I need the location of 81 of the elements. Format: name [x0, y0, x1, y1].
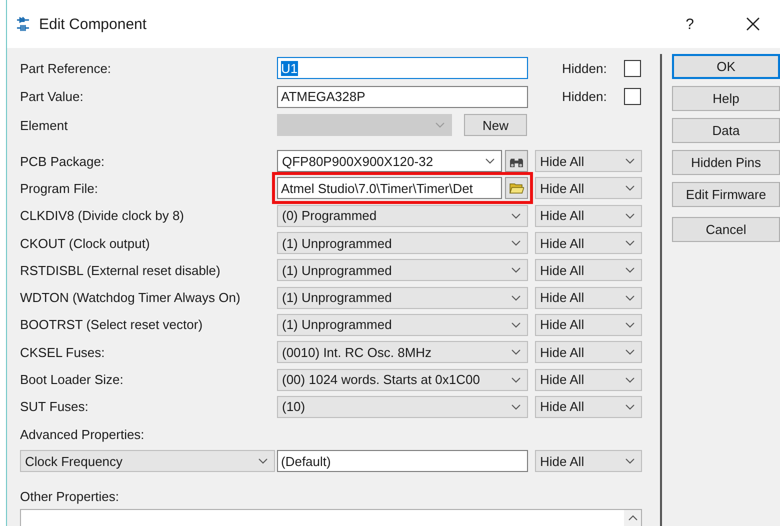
help-button[interactable]: ?	[686, 16, 694, 32]
dialog-button[interactable]: Data	[672, 118, 780, 143]
fuse-dropdown[interactable]: (1) Unprogrammed	[277, 259, 528, 282]
file-path-field[interactable]: Atmel Studio\7.0\Timer\Timer\Det	[277, 177, 502, 200]
field-label: Program File:	[20, 180, 100, 196]
chevron-icon	[625, 212, 635, 219]
fuse-dropdown[interactable]: (1) Unprogrammed	[277, 286, 528, 309]
visibility-dropdown[interactable]: Hide All	[535, 204, 642, 227]
section-label: Advanced Properties:	[20, 426, 146, 444]
chevron-icon	[485, 158, 495, 164]
field-label: CLKDIV8 (Divide clock by 8)	[20, 208, 185, 224]
visibility-dropdown[interactable]: Hide All	[535, 314, 642, 336]
chevron-icon	[258, 458, 268, 464]
chevron-icon	[625, 458, 635, 464]
scroll-up-button[interactable]	[624, 510, 641, 526]
field-label: SUT Fuses:	[20, 399, 90, 414]
fuse-dropdown[interactable]: (10)	[277, 396, 528, 418]
field-label: Boot Loader Size:	[20, 372, 124, 388]
chevron-icon	[625, 322, 635, 328]
chevron-icon	[511, 212, 521, 219]
chevron-icon	[511, 322, 521, 328]
dialog-button[interactable]: OK	[672, 54, 780, 79]
fuse-dropdown[interactable]: (0010) Int. RC Osc. 8MHz	[277, 341, 528, 364]
hidden-label: Hidden:	[562, 60, 608, 76]
field-label: BOOTRST (Select reset vector)	[20, 317, 204, 332]
chevron-icon	[625, 404, 635, 410]
chevron-icon	[625, 376, 635, 383]
chevron-icon	[625, 158, 635, 164]
chevron-icon	[511, 349, 521, 356]
window-title: Edit Component	[39, 16, 148, 32]
visibility-dropdown[interactable]: Hide All	[535, 450, 642, 472]
field-label: WDTON (Watchdog Timer Always On)	[20, 290, 242, 306]
visibility-dropdown[interactable]: Hide All	[535, 259, 642, 282]
dialog-button[interactable]: Help	[672, 86, 780, 111]
chevron-icon	[511, 404, 521, 410]
field-label: Element	[20, 118, 69, 133]
visibility-dropdown[interactable]: Hide All	[535, 396, 642, 418]
dialog-button[interactable]: Edit Firmware	[672, 182, 780, 207]
fuse-dropdown[interactable]: (1) Unprogrammed	[277, 314, 528, 336]
property-value-field[interactable]: (Default)	[277, 450, 528, 472]
property-dropdown[interactable]: Clock Frequency	[20, 450, 275, 472]
field-label: Part Value:	[20, 89, 84, 104]
visibility-dropdown[interactable]: Hide All	[535, 286, 642, 309]
visibility-dropdown[interactable]: Hide All	[535, 341, 642, 364]
fuse-dropdown[interactable]: (00) 1024 words. Starts at 0x1C00	[277, 368, 528, 391]
chevron-icon	[435, 122, 445, 128]
chevron-icon	[625, 267, 635, 274]
chevron-icon	[625, 294, 635, 301]
chevron-icon	[625, 349, 635, 356]
package-dropdown[interactable]: QFP80P900X900X120-32	[277, 150, 502, 172]
visibility-dropdown[interactable]: Hide All	[535, 150, 642, 172]
field-label: PCB Package:	[20, 154, 106, 169]
folder-icon	[509, 182, 524, 194]
dialog-button[interactable]: Cancel	[672, 217, 780, 242]
visibility-dropdown[interactable]: Hide All	[535, 177, 642, 200]
field-label: RSTDISBL (External reset disable)	[20, 262, 222, 278]
chevron-icon	[625, 240, 635, 246]
chevron-icon	[511, 376, 521, 383]
text-field[interactable]: ATMEGA328P	[277, 86, 528, 108]
field-label: Part Reference:	[20, 60, 112, 76]
hidden-label: Hidden:	[562, 89, 608, 104]
browse-button[interactable]	[505, 177, 528, 200]
fuse-dropdown[interactable]: (1) Unprogrammed	[277, 232, 528, 254]
binoculars-button[interactable]	[505, 150, 528, 172]
chevron-icon	[511, 267, 521, 274]
visibility-dropdown[interactable]: Hide All	[535, 368, 642, 391]
visibility-dropdown[interactable]: Hide All	[535, 232, 642, 254]
hidden-checkbox[interactable]	[624, 60, 641, 77]
chevron-icon	[511, 240, 521, 246]
field-label: CKSEL Fuses:	[20, 344, 106, 360]
section-label: Other Properties:	[20, 488, 120, 506]
hidden-checkbox[interactable]	[624, 88, 641, 106]
chevron-icon	[511, 294, 521, 301]
caret-up-icon	[628, 514, 638, 521]
close-icon[interactable]	[746, 17, 760, 31]
text-field[interactable]: U1	[277, 57, 528, 80]
dialog-button[interactable]: Hidden Pins	[672, 150, 780, 175]
fuse-dropdown[interactable]: (0) Programmed	[277, 204, 528, 227]
field-label: CKOUT (Clock output)	[20, 236, 151, 251]
component-icon	[15, 15, 31, 33]
chevron-icon	[625, 185, 635, 192]
